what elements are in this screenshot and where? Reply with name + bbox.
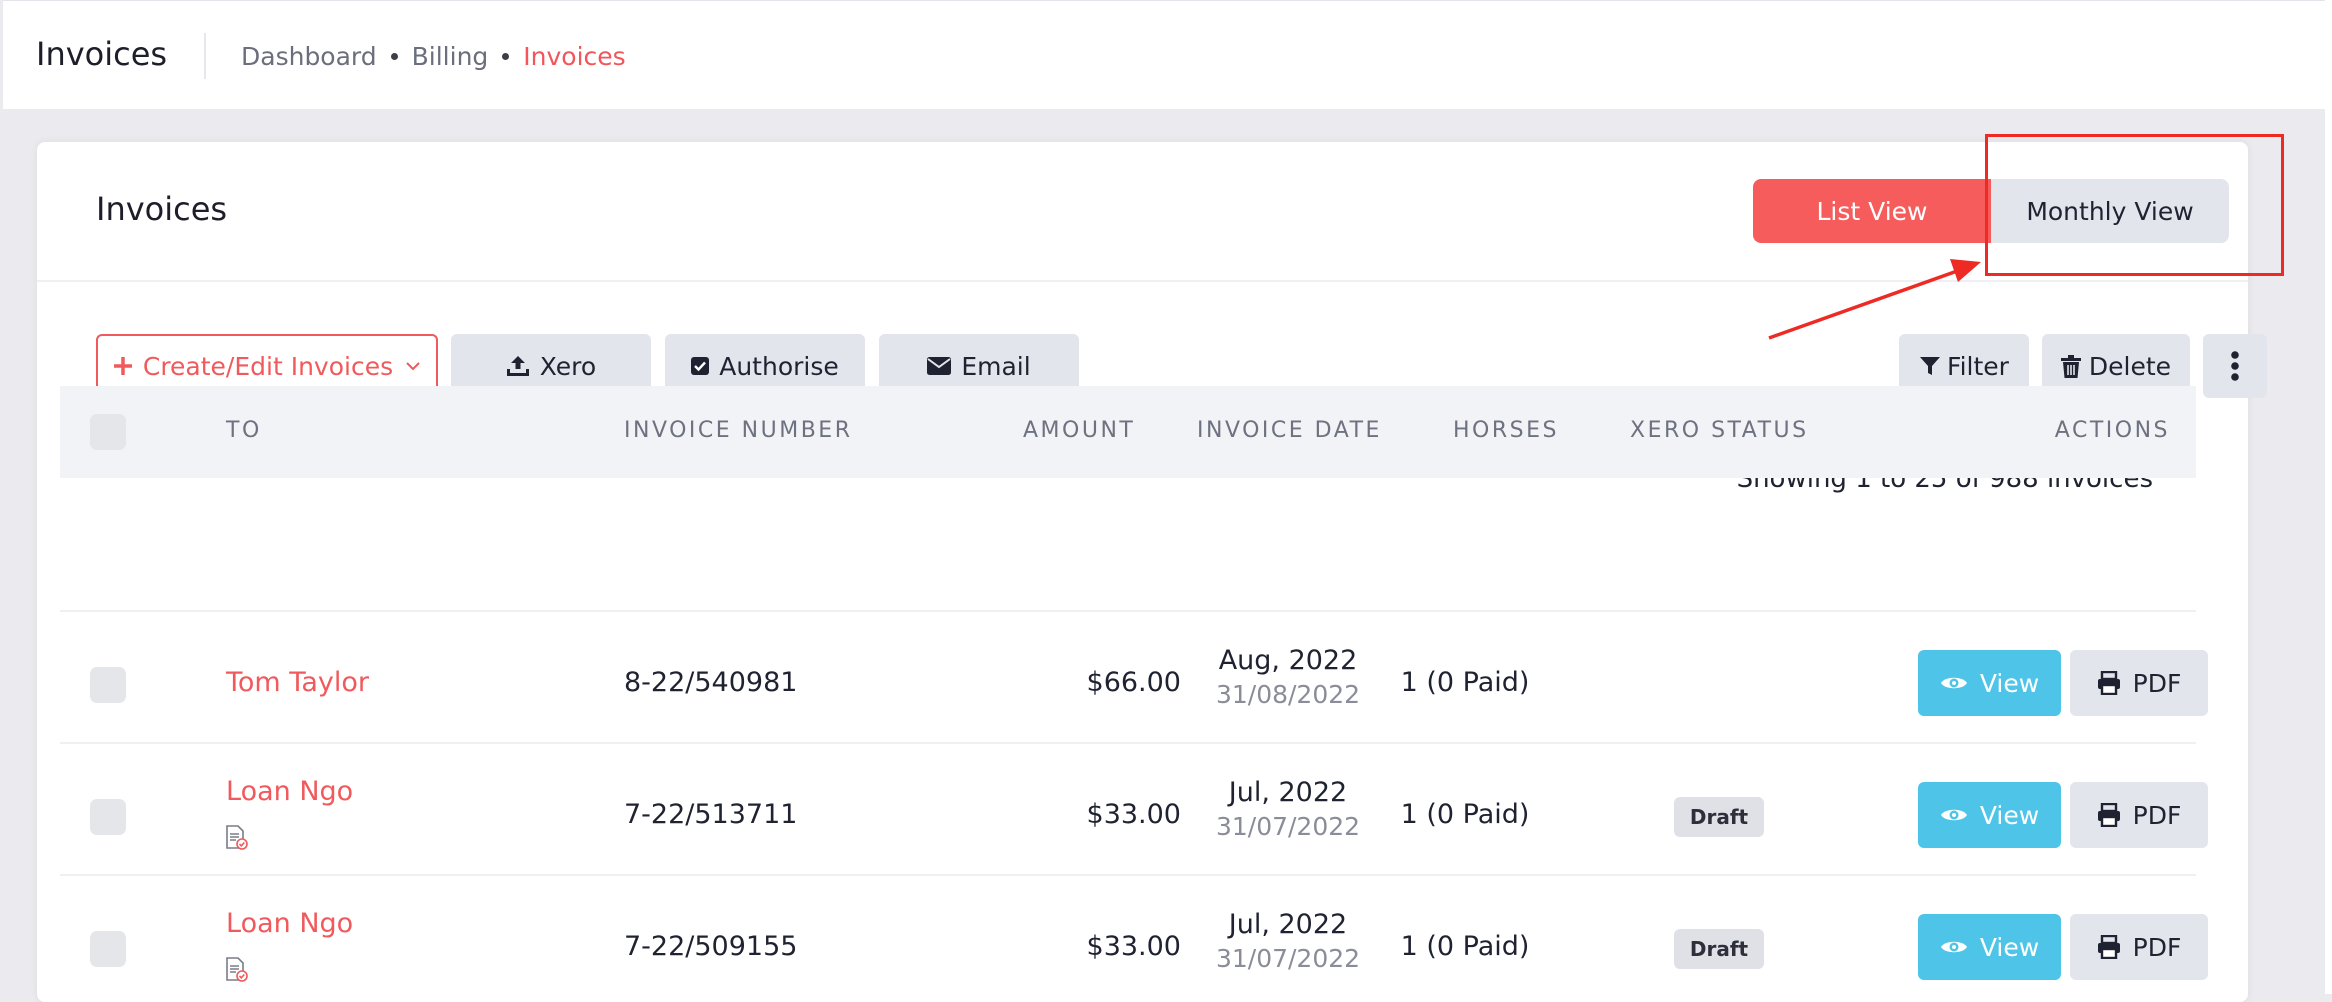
invoice-number: 7-22/509155 [624, 931, 798, 962]
printer-icon [2097, 935, 2120, 959]
card-header: Invoices List View Monthly View [37, 142, 2248, 282]
column-amount: AMOUNT [1023, 418, 1136, 443]
plus-icon [113, 357, 132, 375]
upload-icon [506, 356, 529, 376]
email-label: Email [961, 351, 1031, 381]
annotation-highlight-box [1985, 134, 2284, 276]
page-edge [2325, 0, 2332, 994]
page-title: Invoices [36, 35, 168, 73]
checkbox-checked-icon [691, 357, 710, 375]
invoice-amount: $33.00 [1086, 931, 1181, 962]
table-row: Loan Ngo 7-22/509155 $33.00 Jul, 2022 31… [60, 742, 2208, 982]
filter-label: Filter [1947, 351, 2009, 381]
table-row: Tom Taylor 8-22/540981 $66.00 Aug, 2022 … [60, 478, 2208, 716]
horses-count: 1 (0 Paid) [1400, 931, 1530, 962]
view-button[interactable]: View [1918, 914, 2061, 980]
create-edit-label: Create/Edit Invoices [142, 351, 394, 381]
envelope-icon [927, 357, 952, 375]
filter-icon [1920, 357, 1941, 375]
delete-label: Delete [2088, 351, 2172, 381]
pdf-button[interactable]: PDF [2070, 914, 2208, 980]
column-invoice-number: INVOICE NUMBER [624, 418, 853, 443]
xero-label: Xero [539, 351, 597, 381]
chevron-down-icon [406, 362, 420, 371]
breadcrumb-separator [390, 53, 398, 60]
authorise-label: Authorise [719, 351, 839, 381]
row-checkbox[interactable] [90, 931, 126, 967]
list-view-button[interactable]: List View [1753, 179, 1991, 243]
recipient-link[interactable]: Loan Ngo [226, 908, 353, 939]
breadcrumb-dashboard[interactable]: Dashboard [241, 42, 377, 71]
header-divider [204, 33, 206, 79]
table-row: Loan Ngo 7-22/513711 $33.00 Jul, 2022 31… [60, 610, 2208, 850]
card-title: Invoices [96, 190, 228, 228]
trash-icon [2060, 354, 2081, 378]
column-horses: HORSES [1453, 418, 1559, 443]
eye-icon [1940, 941, 1967, 953]
more-options-button[interactable] [2203, 334, 2267, 398]
top-header: Invoices Dashboard Billing Invoices [3, 0, 2325, 109]
breadcrumb-separator [502, 53, 510, 60]
select-all-checkbox[interactable] [90, 414, 126, 450]
breadcrumb: Dashboard Billing Invoices [241, 42, 626, 71]
pdf-label: PDF [2132, 932, 2182, 962]
view-label: View [1979, 932, 2040, 962]
breadcrumb-invoices: Invoices [523, 42, 626, 71]
table-header: TO INVOICE NUMBER AMOUNT INVOICE DATE HO… [60, 386, 2196, 478]
column-actions: ACTIONS [2054, 418, 2170, 443]
column-xero-status: XERO STATUS [1630, 418, 1809, 443]
document-icon [225, 957, 249, 987]
breadcrumb-billing[interactable]: Billing [412, 42, 489, 71]
column-to: TO [226, 418, 262, 443]
more-vertical-icon [2231, 351, 2239, 381]
column-invoice-date: INVOICE DATE [1197, 418, 1382, 443]
xero-status-badge: Draft [1674, 929, 1764, 969]
